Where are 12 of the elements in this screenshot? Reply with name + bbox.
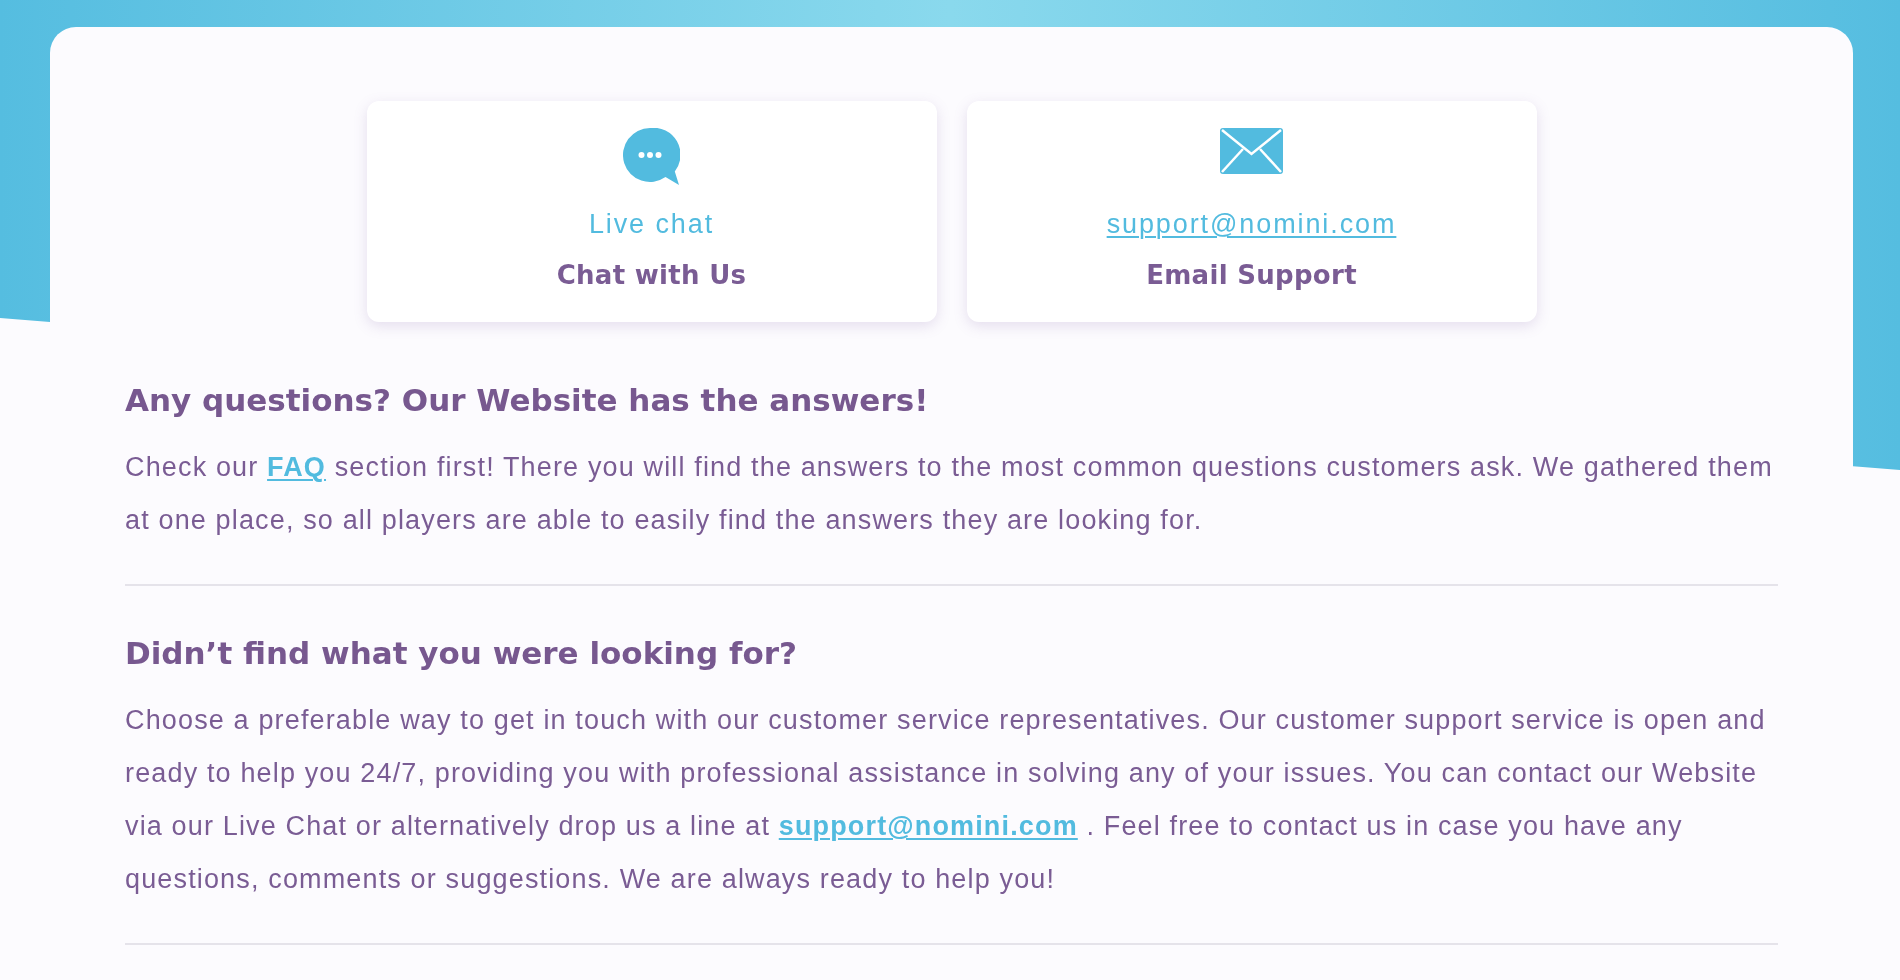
section-paragraph: Choose a preferable way to get in touch with our customer service representatives. Our customer support service is open and ready to help you 24/7, providing you with professional assistance in solving any of your issues. You can contact our Website via our Live Chat or alternatively drop us a line at support@nomini.com . Feel free to contact us in case you have any questions, comments or suggestions. We are always ready to help you! xyxy=(125,704,1767,896)
card-title: Email Support xyxy=(1146,260,1357,290)
section-heading: Didn’t find what you were looking for? xyxy=(125,634,798,672)
section-heading: Any questions? Our Website has the answers! xyxy=(125,381,930,419)
section-paragraph: Check our FAQ section first! There you will find the answers to the most common questions customers ask. We gathered them at one place, so all players are able to easily find the answers they are looking for. xyxy=(125,451,1774,537)
card-title: Chat with Us xyxy=(556,260,747,290)
chat-bubble-icon xyxy=(623,128,680,185)
email-link[interactable]: support@nomini.com xyxy=(1106,209,1397,239)
inline-link[interactable]: FAQ xyxy=(267,452,326,482)
inline-link[interactable]: support@nomini.com xyxy=(778,811,1078,841)
live-chat-link[interactable]: Live chat xyxy=(588,209,715,239)
envelope-icon xyxy=(1220,128,1283,174)
